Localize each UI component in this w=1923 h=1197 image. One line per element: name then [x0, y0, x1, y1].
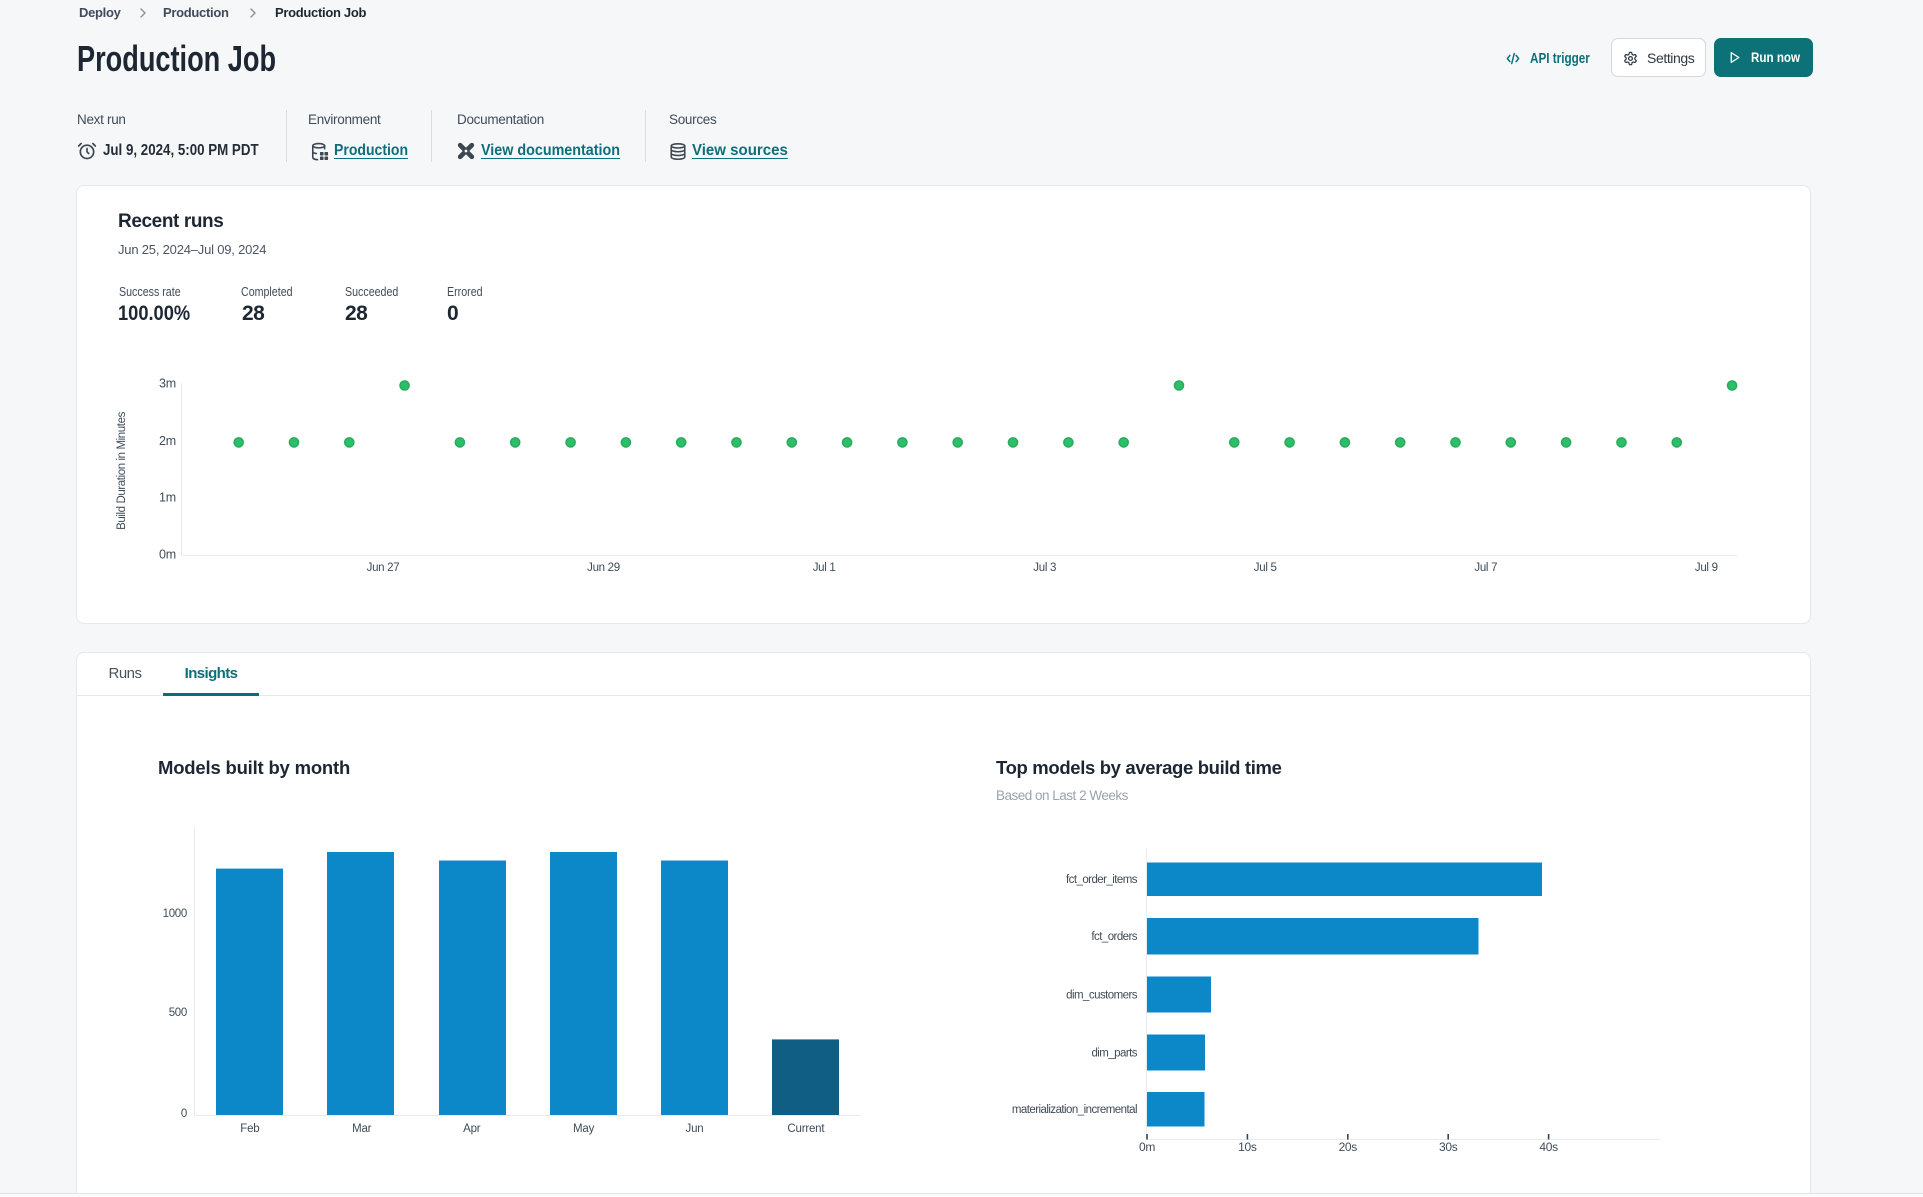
- svg-text:30s: 30s: [1439, 1140, 1458, 1154]
- svg-text:fct_order_items: fct_order_items: [1066, 874, 1138, 886]
- svg-text:10s: 10s: [1238, 1140, 1257, 1154]
- svg-text:500: 500: [169, 1007, 187, 1019]
- svg-text:Jul 5: Jul 5: [1254, 562, 1277, 574]
- svg-text:Mar: Mar: [352, 1123, 372, 1135]
- svg-text:0m: 0m: [1139, 1140, 1155, 1154]
- svg-text:Apr: Apr: [463, 1123, 481, 1135]
- svg-text:1000: 1000: [163, 908, 187, 920]
- svg-text:Jun 27: Jun 27: [367, 562, 400, 574]
- svg-text:materialization_incremental: materialization_incremental: [1012, 1104, 1137, 1116]
- svg-text:dim_parts: dim_parts: [1091, 1048, 1137, 1060]
- svg-text:20s: 20s: [1339, 1140, 1358, 1154]
- svg-text:Build Duration in Minutes: Build Duration in Minutes: [116, 411, 128, 529]
- svg-text:40s: 40s: [1539, 1140, 1558, 1154]
- svg-text:Jun: Jun: [686, 1123, 704, 1135]
- svg-text:Jul 9: Jul 9: [1695, 562, 1718, 574]
- svg-text:dim_customers: dim_customers: [1066, 990, 1138, 1002]
- svg-text:Feb: Feb: [240, 1123, 259, 1135]
- svg-text:Current: Current: [787, 1123, 825, 1135]
- svg-text:Jun 29: Jun 29: [587, 562, 620, 574]
- svg-text:May: May: [573, 1123, 595, 1135]
- svg-text:Jul 7: Jul 7: [1474, 562, 1497, 574]
- svg-text:fct_orders: fct_orders: [1091, 931, 1137, 943]
- svg-text:Jul 3: Jul 3: [1033, 562, 1056, 574]
- svg-text:2m: 2m: [159, 434, 176, 448]
- svg-text:0m: 0m: [159, 548, 176, 562]
- svg-text:1m: 1m: [159, 491, 176, 505]
- svg-text:Jul 1: Jul 1: [813, 562, 836, 574]
- svg-text:3m: 3m: [159, 377, 176, 391]
- svg-text:0: 0: [181, 1108, 187, 1120]
